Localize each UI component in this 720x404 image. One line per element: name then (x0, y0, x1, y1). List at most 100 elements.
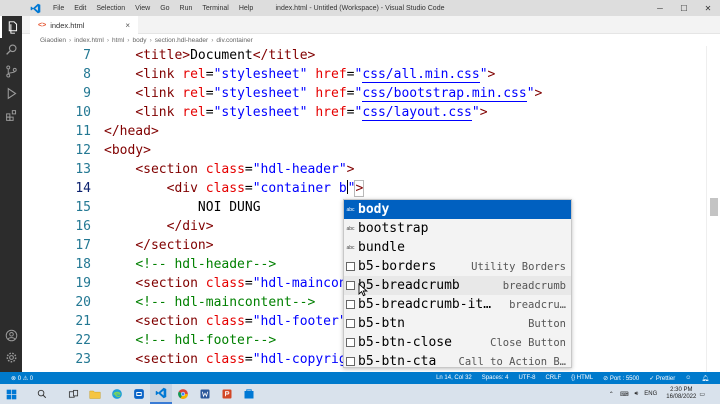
task-view-icon[interactable] (62, 384, 84, 404)
line-number: 13 (75, 162, 91, 177)
code-text: </head> (104, 124, 159, 139)
breadcrumb-item[interactable]: html (112, 37, 124, 44)
suggestion-item[interactable]: abc bundle (344, 238, 571, 257)
chrome-icon[interactable] (172, 384, 194, 404)
line-number: 7 (83, 48, 91, 63)
tab-bar: <> index.html × (22, 16, 720, 34)
word-abc-icon: abc (346, 225, 355, 232)
menu-file[interactable]: File (48, 5, 69, 12)
prettier-status[interactable]: ✓ Prettier (649, 375, 675, 382)
code-text: <!-- hdl-maincontent--> (135, 295, 316, 310)
chevron-right-icon: › (106, 36, 109, 44)
code-text: <title>Document</title> (135, 48, 316, 63)
suggestion-item[interactable]: abc body (344, 200, 571, 219)
suggestion-item-hovered[interactable]: b5-breadcrumb breadcrumb (344, 276, 571, 295)
language-indicator[interactable]: ENG (644, 391, 657, 397)
search-icon[interactable] (0, 38, 22, 60)
scrollbar-thumb[interactable] (710, 198, 718, 216)
windows-start-icon[interactable] (0, 384, 22, 404)
menu-view[interactable]: View (130, 5, 155, 12)
language-mode[interactable]: {} HTML (571, 375, 593, 381)
suggestion-item[interactable]: b5-btn Button (344, 314, 571, 333)
indentation[interactable]: Spaces: 4 (482, 375, 509, 381)
snippet-icon (346, 319, 355, 328)
snippet-icon (346, 281, 355, 290)
tab-index-html[interactable]: <> index.html × (30, 16, 138, 34)
clock[interactable]: 2:30 PM 16/08/2022 (666, 387, 696, 401)
settings-gear-icon[interactable] (0, 346, 22, 368)
line-number: 21 (75, 314, 91, 329)
line-number: 8 (83, 67, 91, 82)
code-text: <section class="hdl-footer" (135, 314, 347, 329)
run-debug-icon[interactable] (0, 82, 22, 104)
menu-terminal[interactable]: Terminal (197, 5, 233, 12)
code-line: 9 <link rel="stylesheet" href="css/boots… (22, 84, 697, 103)
breadcrumb-item[interactable]: body (132, 37, 146, 44)
store-icon[interactable] (238, 384, 260, 404)
menu-selection[interactable]: Selection (91, 5, 130, 12)
line-endings[interactable]: CRLF (545, 375, 561, 381)
window-controls: ─ ☐ ✕ (648, 0, 720, 16)
snippet-icon (346, 357, 355, 366)
word-abc-icon: abc (346, 244, 355, 251)
edge-browser-icon[interactable] (106, 384, 128, 404)
line-number: 22 (75, 333, 91, 348)
problems-indicator[interactable]: ⊗ 0 ⚠ 0 (11, 375, 33, 382)
source-control-icon[interactable] (0, 60, 22, 82)
line-number: 11 (75, 124, 91, 139)
suggestion-item[interactable]: b5-breadcrumb-it… breadcru… (344, 295, 571, 314)
code-line-current: 14 <div class="container b"> (22, 179, 697, 198)
extensions-icon[interactable] (0, 104, 22, 126)
volume-icon[interactable]: 🔊︎ (635, 391, 639, 398)
close-window-icon[interactable]: ✕ (696, 0, 720, 16)
clock-date: 16/08/2022 (666, 394, 697, 400)
feedback-icon[interactable]: ☺ (685, 375, 691, 381)
snippet-icon (346, 338, 355, 347)
menu-help[interactable]: Help (234, 5, 258, 12)
line-number: 19 (75, 276, 91, 291)
menu-edit[interactable]: Edit (69, 5, 91, 12)
network-icon[interactable]: ⌨ (620, 391, 629, 398)
live-server-port[interactable]: ⊘ Port : 5500 (603, 375, 639, 382)
breadcrumb-item[interactable]: Giaodien (40, 37, 66, 44)
code-text: <body> (104, 143, 151, 158)
menu-go[interactable]: Go (155, 5, 174, 12)
file-explorer-icon[interactable] (84, 384, 106, 404)
minimize-icon[interactable]: ─ (648, 0, 672, 16)
code-line: 12 <body> (22, 141, 697, 160)
breadcrumb: Giaodien › index.html › html › body › sectio… (40, 34, 720, 46)
notification-center-icon[interactable]: ▭ (699, 391, 705, 398)
powerpoint-icon[interactable] (216, 384, 238, 404)
close-tab-icon[interactable]: × (125, 21, 130, 30)
suggestion-item[interactable]: abc bootstrap (344, 219, 571, 238)
chevron-right-icon: › (127, 36, 130, 44)
clock-time: 2:30 PM (670, 387, 693, 393)
chevron-up-icon[interactable]: ⌃ (609, 391, 614, 398)
vscode-logo-icon (28, 1, 42, 15)
suggestion-item[interactable]: b5-borders Utility Borders (344, 257, 571, 276)
code-text: <section class="hdl-copyrig (135, 352, 347, 367)
breadcrumb-item[interactable]: index.html (74, 37, 104, 44)
code-text: <link rel="stylesheet" href="css/layout.… (135, 105, 488, 121)
cursor-position[interactable]: Ln 14, Col 32 (436, 375, 472, 381)
snippet-icon (346, 262, 355, 271)
skype-icon[interactable] (128, 384, 150, 404)
code-line: 11 </head> (22, 122, 697, 141)
menu-run[interactable]: Run (175, 5, 198, 12)
system-tray: ⌃ ⌨ 🔊︎ ENG 2:30 PM 16/08/2022 ▭ (606, 387, 720, 401)
breadcrumb-item[interactable]: div.container (216, 37, 252, 44)
word-icon[interactable] (194, 384, 216, 404)
encoding[interactable]: UTF-8 (518, 375, 535, 381)
suggestion-item[interactable]: b5-btn-close Close Button (344, 333, 571, 352)
editor-scrollbar[interactable] (706, 46, 720, 372)
account-icon[interactable] (0, 324, 22, 346)
taskbar-search-icon[interactable] (22, 384, 62, 404)
breadcrumb-item[interactable]: section.hdl-header (155, 37, 208, 44)
maximize-icon[interactable]: ☐ (672, 0, 696, 16)
notifications-bell-icon[interactable]: 🔔︎ (701, 375, 709, 382)
vscode-taskbar-icon[interactable] (150, 384, 172, 404)
explorer-icon[interactable] (0, 16, 22, 38)
snippet-icon (346, 300, 355, 309)
line-number: 20 (75, 295, 91, 310)
suggestion-item[interactable]: b5-btn-cta Call to Action B… (344, 352, 571, 367)
